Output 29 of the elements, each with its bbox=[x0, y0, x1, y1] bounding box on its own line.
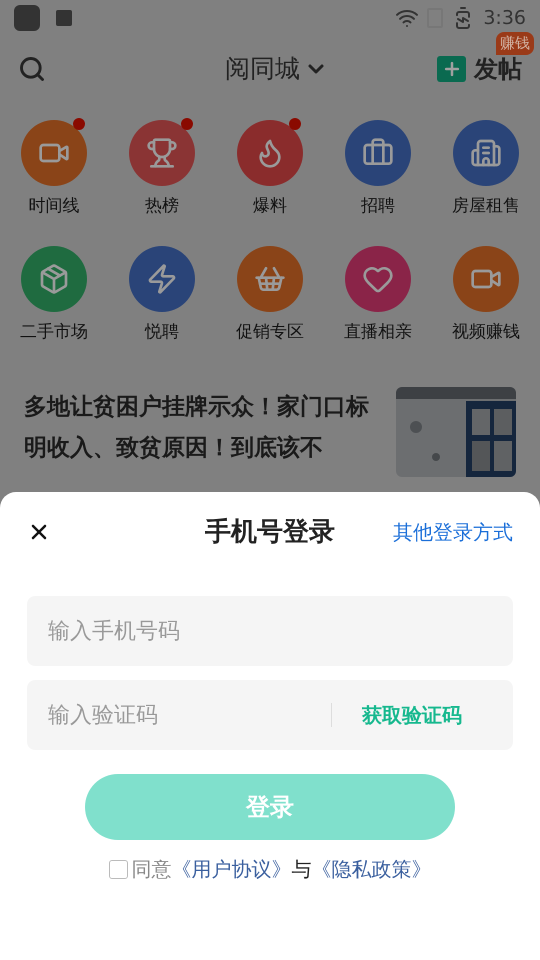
conjunction-text: 与 bbox=[292, 856, 312, 883]
sheet-title: 手机号登录 bbox=[205, 516, 335, 548]
shortcut-label[interactable]: 促销专区 bbox=[236, 320, 304, 345]
clock: 3:36 bbox=[483, 6, 526, 31]
box-icon bbox=[38, 262, 70, 294]
app-icon bbox=[14, 5, 40, 31]
plus-icon bbox=[437, 56, 466, 82]
city-selector[interactable]: 阅同城 bbox=[225, 50, 328, 88]
lightning-icon bbox=[146, 262, 178, 294]
shortcut-label[interactable]: 时间线 bbox=[28, 194, 80, 220]
shortcut-label[interactable]: 悦聘 bbox=[145, 320, 179, 345]
phone-input-field[interactable]: 输入手机号码 bbox=[27, 596, 513, 666]
privacy-policy-link[interactable]: 《隐私政策》 bbox=[312, 854, 432, 884]
article-title[interactable]: 多地让贫困户挂牌示众！家门口标明收入、致贫原因！到底该不 bbox=[24, 387, 369, 477]
search-icon[interactable] bbox=[18, 55, 46, 83]
user-agreement-link[interactable]: 《用户协议》 bbox=[172, 854, 292, 884]
shortcut-label[interactable]: 爆料 bbox=[253, 194, 287, 220]
shortcut-label[interactable]: 招聘 bbox=[361, 194, 395, 220]
shortcut-label[interactable]: 热榜 bbox=[145, 194, 179, 220]
shortcut-label[interactable]: 房屋租售 bbox=[452, 194, 520, 220]
agree-text: 同意 bbox=[132, 856, 172, 883]
earn-badge: 赚钱 bbox=[496, 32, 534, 54]
shortcut-label[interactable]: 视频赚钱 bbox=[452, 320, 520, 345]
shortcut-label[interactable]: 直播相亲 bbox=[344, 320, 412, 345]
trophy-icon bbox=[146, 137, 178, 169]
building-icon bbox=[470, 137, 502, 169]
agree-checkbox[interactable] bbox=[108, 860, 128, 878]
other-login-link[interactable]: 其他登录方式 bbox=[393, 517, 513, 547]
shortcut-label[interactable]: 二手市场 bbox=[20, 320, 88, 345]
